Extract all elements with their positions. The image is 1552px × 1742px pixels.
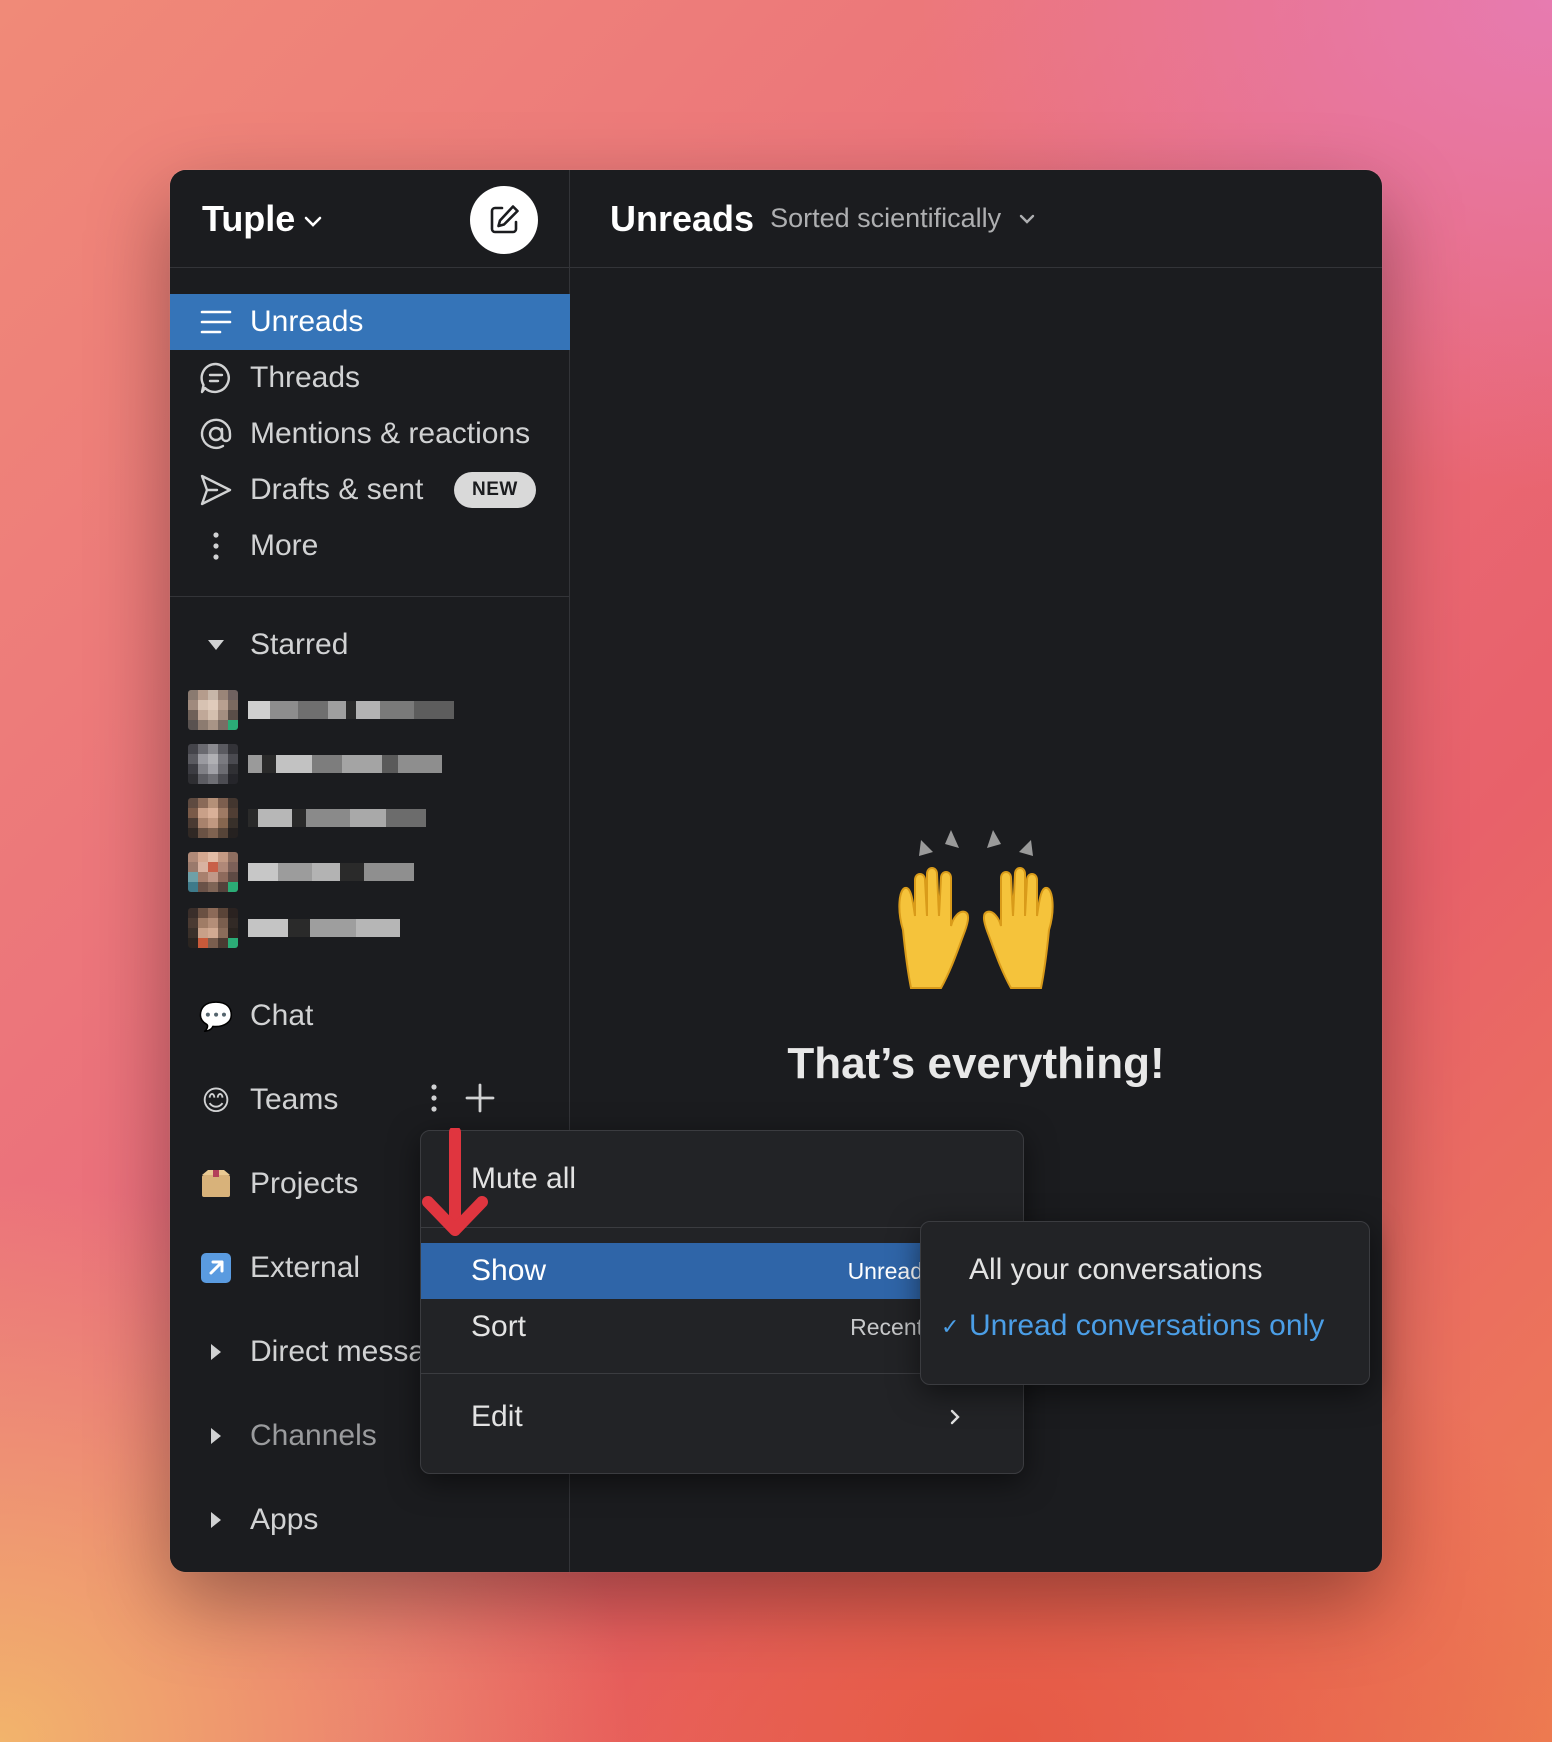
section-external[interactable]: External — [198, 1246, 360, 1290]
starred-dm-2[interactable] — [188, 742, 442, 786]
menu-item-value: Recent — [850, 1313, 923, 1340]
section-apps[interactable]: Apps — [198, 1498, 318, 1542]
avatar — [188, 798, 238, 838]
more-vertical-icon — [431, 1084, 437, 1112]
sidebar-item-label: More — [250, 529, 319, 562]
caret-right-icon — [198, 1418, 234, 1454]
sort-label: Sorted scientifically — [770, 203, 1002, 233]
section-label: Channels — [250, 1419, 377, 1452]
section-label: Starred — [250, 628, 349, 661]
at-icon — [198, 416, 234, 452]
menu-item-value: Unread — [847, 1257, 923, 1284]
workspace-header: Tuple — [170, 170, 569, 268]
starred-dm-4[interactable] — [188, 850, 414, 894]
smiley-icon: 😊 — [201, 1084, 231, 1116]
sidebar-item-more[interactable]: More — [170, 518, 570, 574]
compose-icon — [490, 205, 519, 234]
workspace-name: Tuple — [202, 198, 296, 239]
section-channels[interactable]: Channels — [198, 1414, 377, 1458]
starred-dm-3[interactable] — [188, 796, 426, 840]
menu-item-edit[interactable]: Edit — [421, 1389, 1023, 1445]
sidebar-item-label: Mentions & reactions — [250, 417, 531, 450]
pixelated-name — [248, 863, 414, 881]
section-label: Direct messa — [250, 1335, 426, 1368]
section-projects[interactable]: Projects — [198, 1162, 358, 1206]
sidebar-item-label: Unreads — [250, 305, 364, 338]
section-label: Projects — [250, 1167, 359, 1200]
threads-icon — [198, 360, 234, 396]
section-chat[interactable]: 💬 Chat — [198, 994, 314, 1038]
sort-dropdown[interactable]: Sorted scientifically — [770, 203, 1035, 234]
empty-state-message: That’s everything! — [787, 1039, 1165, 1088]
plus-icon — [465, 1083, 495, 1113]
submenu-option-label: All your conversations — [969, 1253, 1263, 1286]
menu-item-mute-all[interactable]: Mute all — [421, 1151, 1023, 1207]
pixelated-name — [248, 919, 400, 937]
submenu-option-label: Unread conversations only — [969, 1309, 1325, 1342]
package-icon — [198, 1166, 234, 1202]
new-badge: NEW — [454, 472, 536, 508]
checkmark-icon: ✓ — [941, 1314, 960, 1339]
avatar — [188, 690, 238, 730]
sidebar-item-label: Threads — [250, 361, 361, 394]
show-submenu: All your conversations ✓ Unread conversa… — [920, 1221, 1370, 1385]
presence-dot — [228, 720, 238, 730]
pixelated-name — [248, 809, 426, 827]
annotation-arrow-icon — [420, 1126, 490, 1253]
menu-item-label: Sort — [471, 1310, 527, 1343]
sidebar-item-label: Drafts & sent — [250, 473, 424, 506]
section-label: Chat — [250, 999, 314, 1032]
pixelated-name — [248, 755, 442, 773]
pixelated-name — [248, 701, 454, 719]
avatar — [188, 744, 238, 784]
section-direct-messages[interactable]: Direct messa — [198, 1330, 425, 1374]
caret-right-icon — [198, 1502, 234, 1538]
speech-bubble-icon: 💬 — [198, 1000, 234, 1032]
section-label: Teams — [250, 1083, 339, 1116]
avatar — [188, 908, 238, 948]
add-button[interactable] — [464, 1082, 496, 1119]
send-icon — [198, 472, 234, 508]
raised-hands-icon — [881, 830, 1071, 990]
section-starred[interactable]: Starred — [198, 628, 348, 662]
section-label: Apps — [250, 1503, 319, 1536]
more-vertical-icon — [198, 528, 234, 564]
chevron-down-icon — [305, 216, 322, 227]
sidebar-item-mentions[interactable]: Mentions & reactions — [170, 406, 570, 462]
menu-item-label: Show — [471, 1254, 547, 1287]
avatar — [188, 852, 238, 892]
main-header: Unreads Sorted scientifically — [570, 170, 1382, 268]
submenu-option-all[interactable]: All your conversations — [969, 1248, 1262, 1292]
presence-dot — [228, 882, 238, 892]
teams-actions — [430, 1082, 496, 1119]
submenu-option-unread[interactable]: Unread conversations only — [969, 1304, 1324, 1348]
sidebar-nav: Unreads Threads Mentions & reactions Dra… — [170, 294, 570, 574]
menu-item-label: Edit — [471, 1400, 523, 1433]
list-icon — [198, 304, 234, 340]
caret-down-icon — [198, 639, 234, 651]
external-link-icon — [198, 1250, 234, 1286]
presence-dot — [228, 938, 238, 948]
chevron-right-icon — [950, 1409, 960, 1425]
starred-dm-1[interactable] — [188, 688, 454, 732]
sidebar-divider — [170, 596, 570, 597]
workspace-switcher[interactable]: Tuple — [202, 198, 323, 240]
caret-right-icon — [198, 1334, 234, 1370]
section-label: External — [250, 1251, 361, 1284]
starred-dm-5[interactable] — [188, 906, 400, 950]
empty-state: That’s everything! — [570, 830, 1382, 1089]
compose-button[interactable] — [470, 186, 538, 254]
sidebar-item-unreads[interactable]: Unreads — [170, 294, 570, 350]
section-options-button[interactable] — [430, 1083, 438, 1118]
sidebar-item-threads[interactable]: Threads — [170, 350, 570, 406]
section-teams[interactable]: 😊 Teams — [198, 1078, 338, 1122]
sidebar-item-drafts[interactable]: Drafts & sent NEW — [170, 462, 570, 518]
page-title: Unreads — [610, 197, 755, 239]
chevron-down-icon — [1019, 214, 1035, 224]
